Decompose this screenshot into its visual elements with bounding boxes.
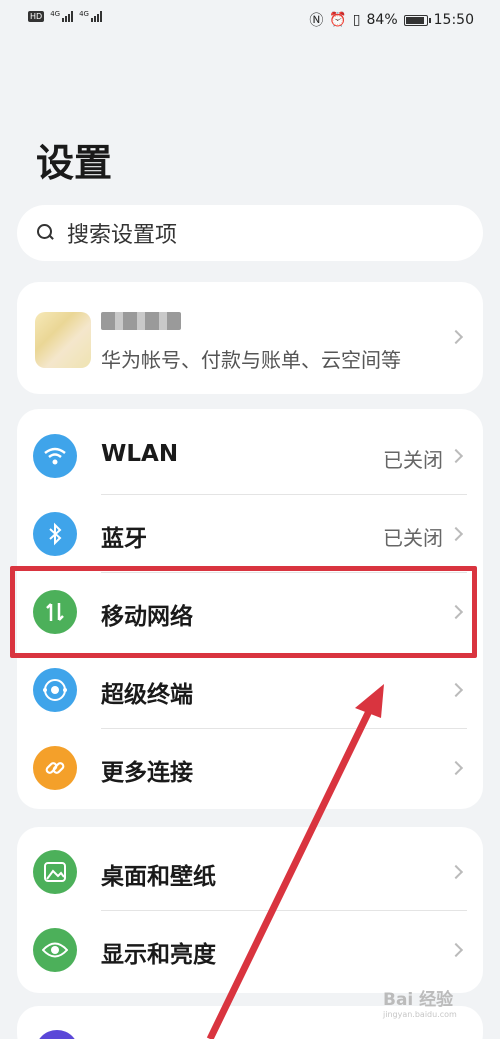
- annotation-arrow: [206, 684, 384, 1039]
- watermark-text: Bai 经验: [383, 990, 454, 1010]
- watermark-sub: jingyan.baidu.com: [383, 1010, 457, 1019]
- watermark: Bai 经验 jingyan.baidu.com: [383, 985, 457, 1019]
